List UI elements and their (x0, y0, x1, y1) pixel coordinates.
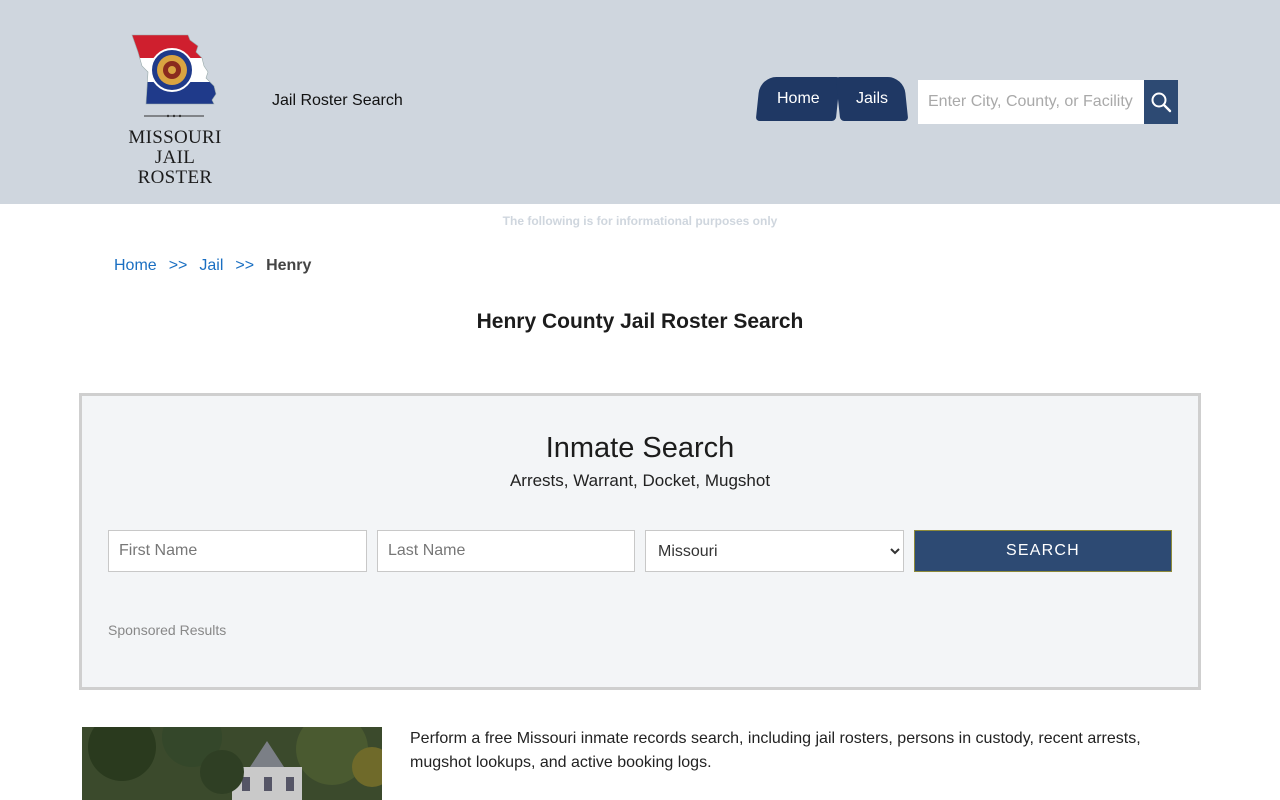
breadcrumb-separator: >> (168, 257, 188, 274)
nav-jails-label: Jails (855, 90, 888, 107)
page-title: Henry County Jail Roster Search (476, 310, 804, 333)
facility-search-input[interactable] (918, 80, 1144, 124)
breadcrumb: Home >> Jail >> Henry (114, 257, 311, 275)
first-name-input[interactable] (108, 530, 367, 572)
inmate-search-subtitle: Arrests, Warrant, Docket, Mugshot (509, 471, 771, 490)
breadcrumb-home-link[interactable]: Home (114, 257, 157, 275)
sponsored-results-label: Sponsored Results (108, 622, 227, 638)
last-name-input[interactable] (377, 530, 635, 572)
site-header: MISSOURI JAIL ROSTER Jail Roster Search … (0, 0, 1280, 204)
nav-jails-button[interactable]: Jails (835, 77, 909, 121)
site-tagline: Jail Roster Search (272, 92, 403, 109)
facility-search-button[interactable] (1144, 80, 1178, 124)
main-nav: Home Jails (755, 77, 909, 121)
jail-building-photo (82, 727, 382, 800)
logo-line-2: JAIL ROSTER (137, 147, 213, 188)
missouri-state-icon (131, 34, 217, 118)
state-select[interactable]: Missouri (645, 530, 904, 572)
nav-home-button[interactable]: Home (755, 77, 841, 121)
breadcrumb-current: Henry (266, 257, 312, 274)
intro-paragraph: Perform a free Missouri inmate records s… (410, 730, 1141, 771)
breadcrumb-separator: >> (235, 257, 255, 274)
breadcrumb-jail-link[interactable]: Jail (199, 257, 223, 275)
inmate-search-button[interactable]: SEARCH (914, 530, 1172, 572)
nav-home-label: Home (776, 90, 820, 107)
logo-text: MISSOURI JAIL ROSTER (116, 128, 234, 188)
disclaimer-text: The following is for informational purpo… (502, 214, 778, 228)
logo-line-1: MISSOURI (128, 127, 222, 148)
site-logo[interactable]: MISSOURI JAIL ROSTER (116, 32, 234, 188)
inmate-search-title: Inmate Search (545, 432, 735, 464)
building-image-icon (82, 727, 382, 800)
search-icon (1151, 92, 1172, 113)
inmate-search-panel: Inmate Search Arrests, Warrant, Docket, … (79, 393, 1201, 690)
